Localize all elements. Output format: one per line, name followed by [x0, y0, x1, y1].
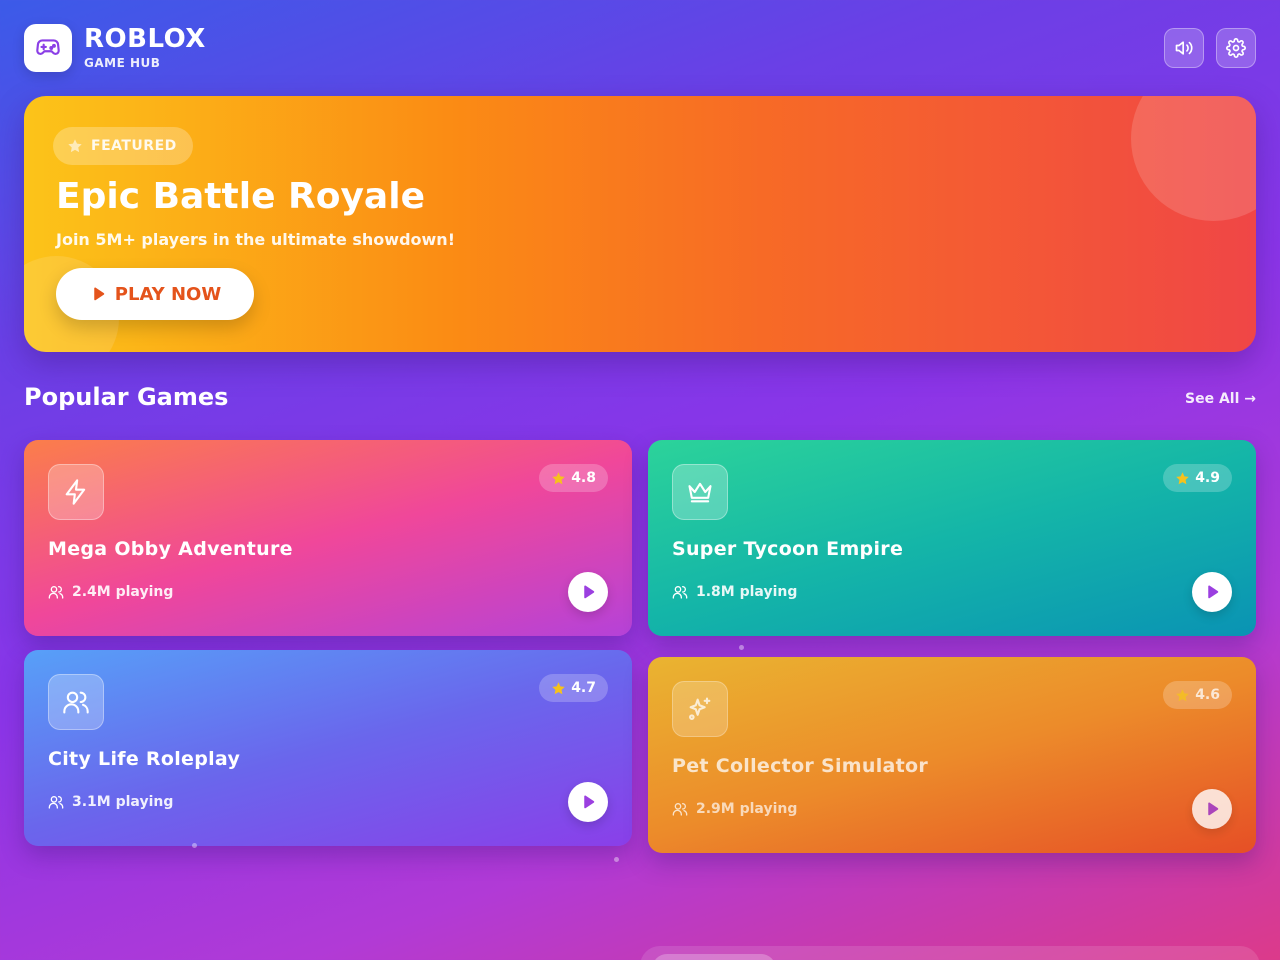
player-count-text: 2.9M playing — [696, 801, 798, 817]
game-icon-tile — [48, 674, 104, 730]
player-count: 1.8M playing — [672, 584, 797, 600]
player-count: 2.9M playing — [672, 801, 797, 817]
game-title: Pet Collector Simulator — [672, 755, 929, 777]
particle — [739, 645, 744, 650]
player-count: 2.4M playing — [48, 584, 173, 600]
play-icon — [1208, 585, 1219, 599]
volume-icon — [1175, 41, 1193, 55]
play-now-label: PLAY NOW — [114, 283, 222, 305]
lightning-icon — [65, 479, 86, 505]
play-icon — [584, 795, 595, 809]
brand-title: ROBLOX — [84, 24, 206, 54]
rating-badge: 4.9 — [1163, 464, 1232, 492]
section-title: Popular Games — [24, 383, 229, 411]
settings-button[interactable] — [1216, 28, 1256, 68]
play-button[interactable] — [1192, 789, 1232, 829]
sparkles-icon — [689, 697, 711, 720]
bottom-nav-item[interactable] — [652, 954, 776, 960]
featured-banner[interactable]: FEATURED Epic Battle Royale Join 5M+ pla… — [24, 96, 1256, 352]
game-icon-tile — [672, 464, 728, 520]
users-icon — [672, 803, 688, 816]
player-count-text: 3.1M playing — [72, 794, 174, 810]
game-title: Mega Obby Adventure — [48, 538, 293, 560]
gamepad-icon — [36, 39, 60, 56]
gear-icon — [1226, 38, 1246, 58]
game-card[interactable]: 4.8 Mega Obby Adventure 2.4M playing — [24, 440, 632, 636]
game-title: Super Tycoon Empire — [672, 538, 904, 560]
hero-title: Epic Battle Royale — [56, 176, 425, 217]
game-card[interactable]: 4.6 Pet Collector Simulator 2.9M playing — [648, 657, 1256, 853]
rating-value: 4.7 — [571, 680, 596, 696]
users-icon — [48, 796, 64, 809]
play-icon — [584, 585, 595, 599]
play-button[interactable] — [568, 572, 608, 612]
player-count-text: 2.4M playing — [72, 584, 174, 600]
users-icon — [63, 691, 89, 714]
star-icon — [552, 471, 565, 484]
sound-button[interactable] — [1164, 28, 1204, 68]
featured-badge: FEATURED — [53, 127, 193, 165]
game-card[interactable]: 4.9 Super Tycoon Empire 1.8M playing — [648, 440, 1256, 636]
star-icon — [68, 139, 82, 153]
rating-value: 4.9 — [1195, 470, 1220, 486]
star-icon — [552, 681, 565, 694]
play-now-button[interactable]: PLAY NOW — [56, 268, 254, 320]
app-logo[interactable] — [24, 24, 72, 72]
users-icon — [672, 586, 688, 599]
decorative-circle — [1131, 96, 1256, 221]
play-icon — [94, 287, 105, 301]
game-title: City Life Roleplay — [48, 748, 241, 770]
rating-badge: 4.8 — [539, 464, 608, 492]
rating-badge: 4.6 — [1163, 681, 1232, 709]
star-icon — [1176, 471, 1189, 484]
see-all-link[interactable]: See All → — [1185, 391, 1256, 407]
game-icon-tile — [672, 681, 728, 737]
hero-subtitle: Join 5M+ players in the ultimate showdow… — [56, 230, 455, 249]
player-count-text: 1.8M playing — [696, 584, 798, 600]
play-icon — [1208, 802, 1219, 816]
app-header: ROBLOX GAME HUB — [24, 24, 1256, 72]
star-icon — [1176, 688, 1189, 701]
rating-value: 4.6 — [1195, 687, 1220, 703]
player-count: 3.1M playing — [48, 794, 173, 810]
rating-value: 4.8 — [571, 470, 596, 486]
play-button[interactable] — [1192, 572, 1232, 612]
game-icon-tile — [48, 464, 104, 520]
featured-label: FEATURED — [91, 138, 177, 154]
crown-icon — [688, 482, 712, 503]
play-button[interactable] — [568, 782, 608, 822]
rating-badge: 4.7 — [539, 674, 608, 702]
users-icon — [48, 586, 64, 599]
particle — [614, 857, 619, 862]
particle — [192, 843, 197, 848]
game-card[interactable]: 4.7 City Life Roleplay 3.1M playing — [24, 650, 632, 846]
brand-subtitle: GAME HUB — [84, 56, 161, 70]
